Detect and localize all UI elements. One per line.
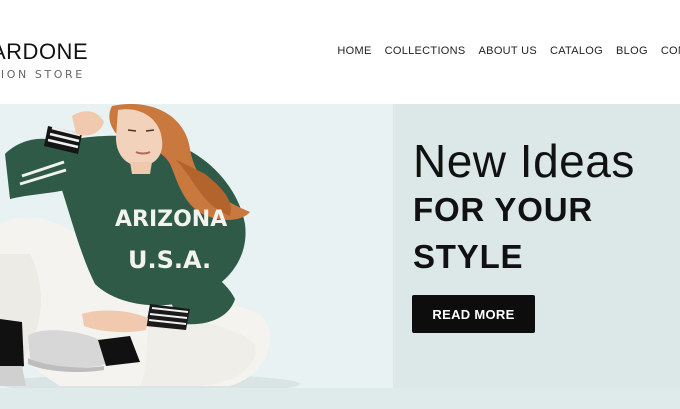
logo-tagline: HION STORE (0, 68, 85, 81)
site-logo[interactable]: ARDONE HION STORE (0, 39, 97, 82)
hero-banner: ARIZONA U.S.A. New Ideas FOR YOUR STYLE … (0, 104, 680, 409)
nav-item-blog[interactable]: BLOG (616, 45, 648, 57)
model-illustration: ARIZONA U.S.A. (0, 104, 393, 388)
hero-headline: New Ideas FOR YOUR STYLE (413, 136, 635, 280)
sweater-text-line2: U.S.A. (128, 246, 211, 274)
hero-model-photo: ARIZONA U.S.A. (0, 104, 393, 388)
sweater-text-line1: ARIZONA (115, 207, 227, 232)
headline-bold-line1: FOR YOUR (413, 191, 593, 228)
main-nav: HOME COLLECTIONS ABOUT US CATALOG BLOG C… (337, 45, 680, 57)
nav-item-about-us[interactable]: ABOUT US (479, 45, 537, 57)
nav-item-home[interactable]: HOME (337, 45, 371, 57)
headline-light: New Ideas (413, 135, 635, 187)
nav-item-contact[interactable]: CONTA (661, 45, 680, 57)
nav-item-collections[interactable]: COLLECTIONS (385, 45, 466, 57)
site-header: ARDONE HION STORE HOME COLLECTIONS ABOUT… (0, 0, 680, 104)
hero-bottom-strip (0, 388, 680, 409)
headline-bold-line2: STYLE (413, 238, 524, 275)
logo-name: ARDONE (0, 39, 89, 64)
nav-item-catalog[interactable]: CATALOG (550, 45, 603, 57)
read-more-button[interactable]: READ MORE (412, 295, 535, 333)
